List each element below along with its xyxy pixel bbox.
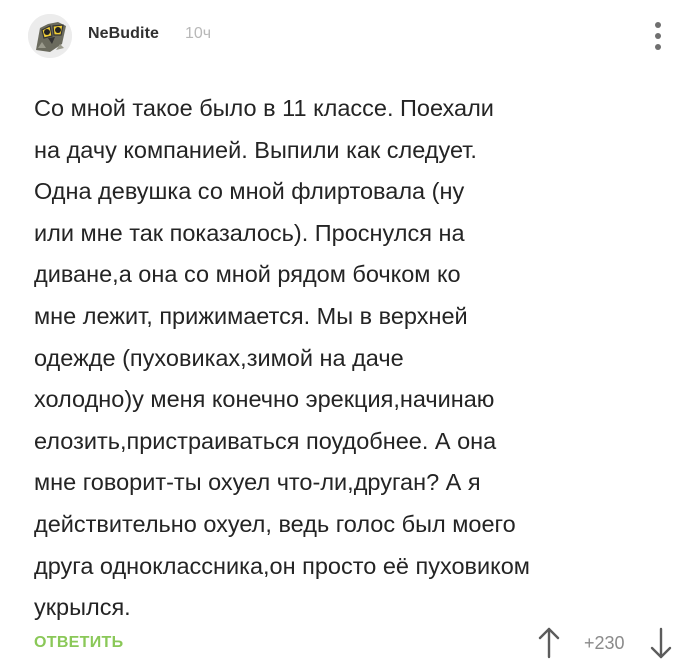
vertical-dots-icon[interactable]	[644, 16, 672, 56]
comment-line: Со мной такое было в 11 классе. Поехали	[34, 95, 494, 121]
comment-line: Одна девушка со мной флиртовала (ну	[34, 178, 465, 205]
owl-avatar-icon[interactable]	[28, 14, 72, 58]
comment-line: мне лежит, прижимается. Мы в верхней	[34, 302, 468, 329]
author-name[interactable]: NeBudite	[88, 25, 159, 43]
menu-dot	[655, 33, 661, 39]
reply-button[interactable]: ОТВЕТИТЬ	[34, 634, 123, 652]
comment-line: друга одноклассника,он просто её пуховик…	[34, 552, 530, 579]
comment-line: диване,а она со мной рядом бочком ко	[34, 261, 461, 288]
arrow-down-icon[interactable]	[648, 626, 674, 660]
comment-line: мне говорит-ты охуел что-ли,друган? А я	[34, 469, 481, 496]
comment-footer: ОТВЕТИТЬ +230	[34, 622, 674, 666]
comment-line: или мне так показалось). Проснулся на	[34, 219, 465, 246]
comment-line: холодно)у меня конечно эрекция,начинаю	[34, 386, 495, 413]
menu-dot	[655, 22, 661, 28]
comment-text: Со мной такое было в 11 классе. Поехали …	[34, 88, 674, 629]
comment-line: действительно охуел, ведь голос был моег…	[34, 510, 516, 537]
comment-line: елозить,пристраиваться поудобнее. А она	[34, 427, 497, 454]
comment-time: 10ч	[185, 25, 212, 42]
comment-line: на дачу компанией. Выпили как следует.	[34, 136, 477, 163]
comment-line: одежде (пуховиках,зимой на даче	[34, 344, 404, 371]
arrow-up-icon[interactable]	[536, 626, 562, 660]
menu-dot	[655, 44, 661, 50]
comment-header: NeBudite 10ч	[28, 14, 668, 58]
rating-value: +230	[584, 633, 625, 653]
